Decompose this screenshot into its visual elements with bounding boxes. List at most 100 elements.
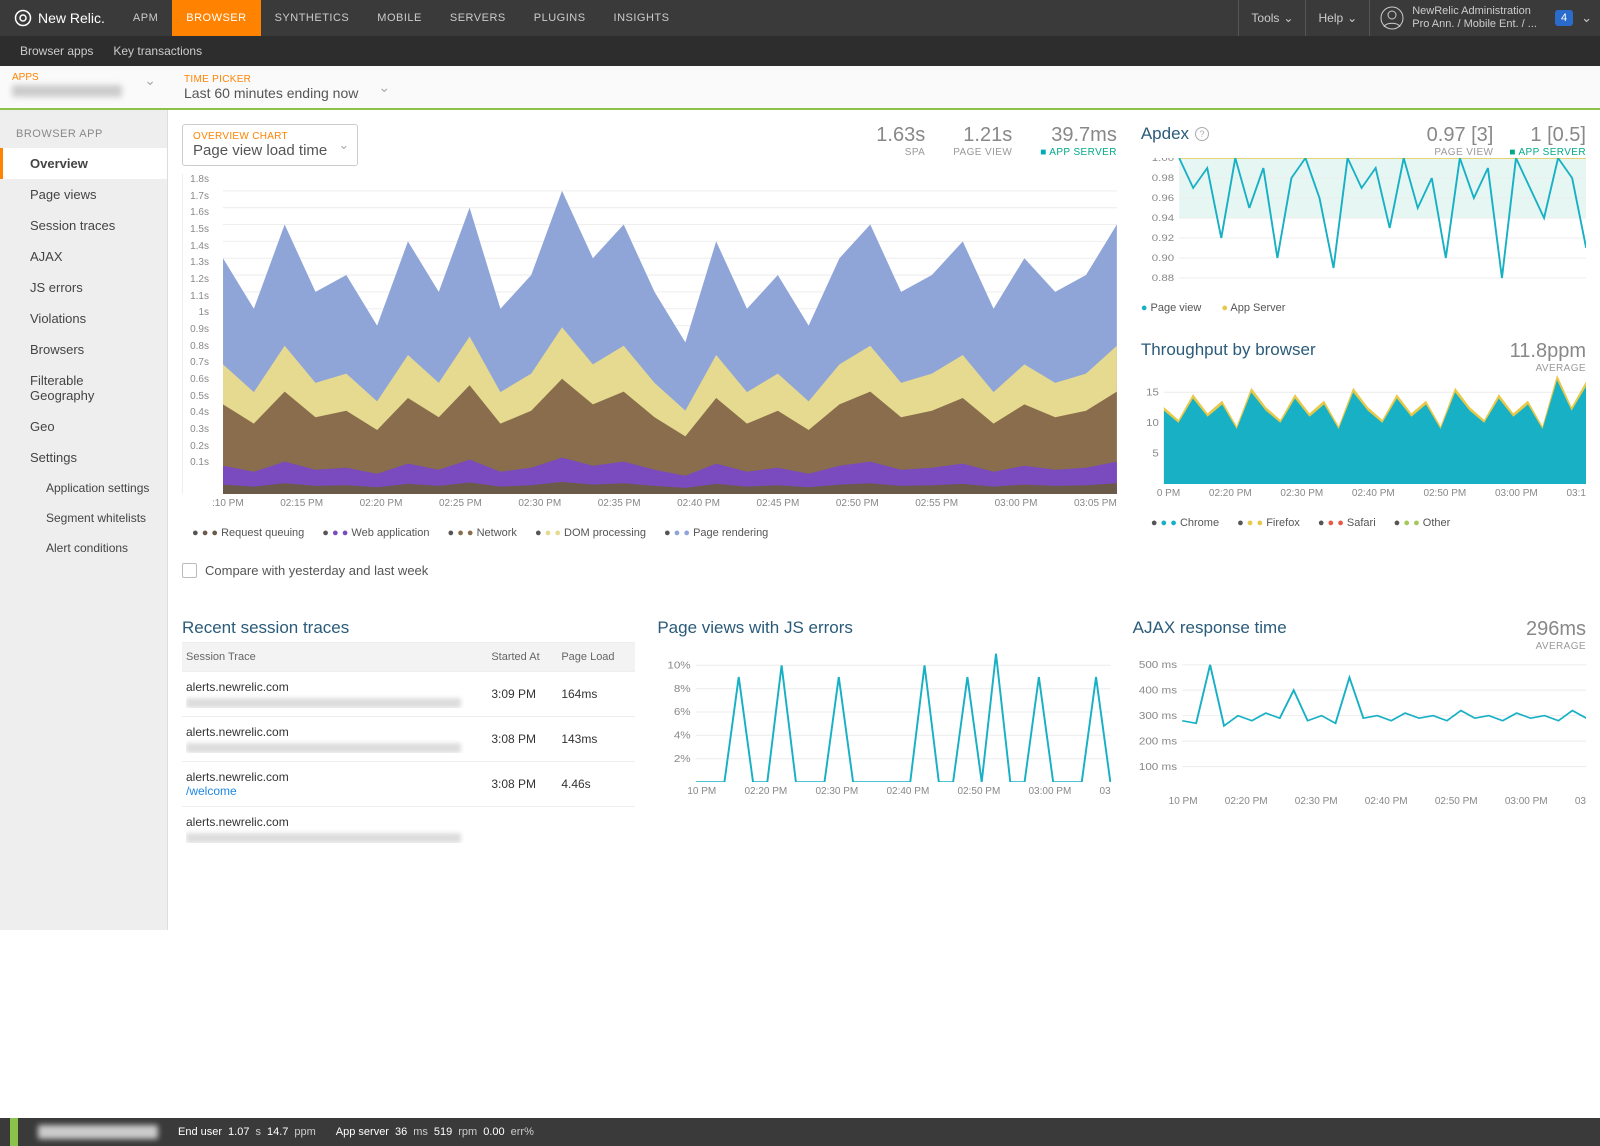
user-sub: Pro Ann. / Mobile Ent. / ... bbox=[1412, 18, 1537, 31]
notifications-badge[interactable]: 4 bbox=[1555, 10, 1573, 26]
svg-text:0.90: 0.90 bbox=[1152, 254, 1175, 264]
sidebar-item-settings[interactable]: Settings bbox=[0, 442, 167, 473]
subnav-browser-apps[interactable]: Browser apps bbox=[10, 44, 103, 58]
x-tick: 02:50 PM bbox=[957, 786, 1000, 797]
x-tick: 02:30 PM bbox=[518, 498, 561, 509]
time-picker-label: TIME PICKER bbox=[184, 74, 358, 85]
table-row[interactable]: alerts.newrelic.com3:09 PM164ms bbox=[182, 671, 635, 716]
top-nav: New Relic. APMBROWSERSYNTHETICSMOBILESER… bbox=[0, 0, 1600, 36]
x-tick: 02:40 PM bbox=[1352, 488, 1395, 499]
metric-spa: 1.63sSPA bbox=[876, 124, 925, 158]
tools-menu[interactable]: Tools ⌄ bbox=[1238, 0, 1305, 36]
svg-text:1.00: 1.00 bbox=[1152, 158, 1175, 164]
x-tick: 03:00 PM bbox=[1505, 796, 1548, 807]
x-tick: 02:50 PM bbox=[1423, 488, 1466, 499]
x-tick: 0 PM bbox=[1157, 488, 1180, 499]
newrelic-logo-icon bbox=[14, 9, 32, 27]
x-tick: 02:20 PM bbox=[360, 498, 403, 509]
x-tick: 02:35 PM bbox=[598, 498, 641, 509]
y-tick: 1.5s bbox=[181, 224, 209, 235]
throughput-chart[interactable]: 51015 bbox=[1141, 374, 1586, 484]
logo[interactable]: New Relic. bbox=[0, 9, 119, 27]
overview-chart-select[interactable]: OVERVIEW CHART Page view load time ⌄ bbox=[182, 124, 358, 166]
x-tick: 02:20 PM bbox=[744, 786, 787, 797]
sidebar-item-overview[interactable]: Overview bbox=[0, 148, 167, 179]
sidebar-item-filterable-geography[interactable]: Filterable Geography bbox=[0, 365, 167, 411]
subnav-key-transactions[interactable]: Key transactions bbox=[103, 44, 212, 58]
sidebar-sub-alert-conditions[interactable]: Alert conditions bbox=[0, 533, 167, 563]
apdex-appserver-label[interactable]: ■ APP SERVER bbox=[1509, 147, 1586, 158]
legend-item[interactable]: ● Chrome bbox=[1151, 517, 1219, 529]
user-name: NewRelic Administration bbox=[1412, 5, 1537, 18]
y-tick: 1.7s bbox=[181, 191, 209, 202]
nav-plugins[interactable]: PLUGINS bbox=[520, 0, 600, 36]
nav-apm[interactable]: APM bbox=[119, 0, 172, 36]
legend-item[interactable]: ● App Server bbox=[1221, 302, 1285, 314]
legend-item[interactable]: ● Request queuing bbox=[192, 527, 304, 539]
overview-chart-select-value: Page view load time bbox=[193, 142, 327, 159]
time-picker-value: Last 60 minutes ending now bbox=[184, 85, 358, 101]
sidebar-sub-application-settings[interactable]: Application settings bbox=[0, 473, 167, 503]
legend-item[interactable]: ● Firefox bbox=[1237, 517, 1300, 529]
legend-item[interactable]: ● Page view bbox=[1141, 302, 1201, 314]
nav-servers[interactable]: SERVERS bbox=[436, 0, 520, 36]
sidebar-item-browsers[interactable]: Browsers bbox=[0, 334, 167, 365]
apdex-chart[interactable]: 0.880.900.920.940.960.981.00 bbox=[1141, 158, 1586, 298]
x-tick: 03:1 bbox=[1566, 488, 1585, 499]
throughput-value: 11.8ppm bbox=[1510, 340, 1586, 363]
sidebar-item-geo[interactable]: Geo bbox=[0, 411, 167, 442]
jserrors-chart[interactable]: 2%4%6%8%10% bbox=[657, 642, 1110, 782]
svg-text:5: 5 bbox=[1152, 448, 1158, 459]
ajax-value: 296ms bbox=[1526, 618, 1586, 641]
table-row[interactable]: alerts.newrelic.com3:08 PM143ms bbox=[182, 716, 635, 761]
y-tick: 0.5s bbox=[181, 391, 209, 402]
legend-item[interactable]: ● Other bbox=[1394, 517, 1451, 529]
sidebar-item-page-views[interactable]: Page views bbox=[0, 179, 167, 210]
svg-text:0.96: 0.96 bbox=[1152, 194, 1175, 204]
y-tick: 1s bbox=[181, 307, 209, 318]
nav-insights[interactable]: INSIGHTS bbox=[600, 0, 684, 36]
legend-item[interactable]: ● Network bbox=[447, 527, 516, 539]
legend-item[interactable]: ● DOM processing bbox=[535, 527, 646, 539]
legend-item[interactable]: ● Web application bbox=[322, 527, 429, 539]
x-tick: 03:00 PM bbox=[1029, 786, 1072, 797]
legend-item[interactable]: ● Safari bbox=[1318, 517, 1376, 529]
table-row[interactable]: alerts.newrelic.com bbox=[182, 806, 635, 851]
x-tick: 02:40 PM bbox=[1365, 796, 1408, 807]
sidebar-item-violations[interactable]: Violations bbox=[0, 303, 167, 334]
footer-enduser[interactable]: End user 1.07s 14.7ppm bbox=[178, 1126, 316, 1138]
compare-checkbox[interactable]: Compare with yesterday and last week bbox=[182, 563, 1117, 578]
content: OVERVIEW CHART Page view load time ⌄ 1.6… bbox=[168, 110, 1600, 930]
sidebar-sub-segment-whitelists[interactable]: Segment whitelists bbox=[0, 503, 167, 533]
traces-header: Session Trace Started At Page Load bbox=[182, 642, 635, 671]
avatar-icon bbox=[1380, 6, 1404, 30]
y-tick: 1.4s bbox=[181, 241, 209, 252]
sidebar-item-ajax[interactable]: AJAX bbox=[0, 241, 167, 272]
nav-mobile[interactable]: MOBILE bbox=[363, 0, 436, 36]
compare-label: Compare with yesterday and last week bbox=[205, 563, 428, 578]
time-picker[interactable]: TIME PICKER Last 60 minutes ending now ⌄ bbox=[168, 66, 406, 108]
x-tick: 02:30 PM bbox=[1280, 488, 1323, 499]
help-icon[interactable]: ? bbox=[1195, 127, 1209, 141]
nav-synthetics[interactable]: SYNTHETICS bbox=[261, 0, 364, 36]
help-menu[interactable]: Help ⌄ bbox=[1305, 0, 1369, 36]
sidebar-item-session-traces[interactable]: Session traces bbox=[0, 210, 167, 241]
svg-text:200 ms: 200 ms bbox=[1139, 736, 1177, 747]
sidebar-item-js-errors[interactable]: JS errors bbox=[0, 272, 167, 303]
y-tick: 0.4s bbox=[181, 407, 209, 418]
svg-text:0.94: 0.94 bbox=[1152, 214, 1175, 224]
x-tick: 02:40 PM bbox=[677, 498, 720, 509]
table-row[interactable]: alerts.newrelic.com/welcome3:08 PM4.46s bbox=[182, 761, 635, 806]
footer-appserver[interactable]: App server 36ms 519rpm 0.00err% bbox=[336, 1126, 534, 1138]
brand-text: New Relic. bbox=[38, 10, 105, 26]
apps-label: APPS bbox=[12, 72, 122, 83]
svg-text:4%: 4% bbox=[674, 730, 691, 741]
svg-text:10%: 10% bbox=[668, 660, 692, 671]
apps-selector[interactable]: APPS ⌄ bbox=[0, 66, 168, 108]
y-tick: 0.6s bbox=[181, 374, 209, 385]
legend-item[interactable]: ● Page rendering bbox=[664, 527, 768, 539]
page-load-chart[interactable]: 1.8s1.7s1.6s1.5s1.4s1.3s1.2s1.1s1s0.9s0.… bbox=[182, 174, 1117, 494]
ajax-chart[interactable]: 100 ms200 ms300 ms400 ms500 ms bbox=[1133, 652, 1586, 792]
user-menu[interactable]: NewRelic Administration Pro Ann. / Mobil… bbox=[1369, 0, 1547, 36]
nav-browser[interactable]: BROWSER bbox=[172, 0, 260, 36]
